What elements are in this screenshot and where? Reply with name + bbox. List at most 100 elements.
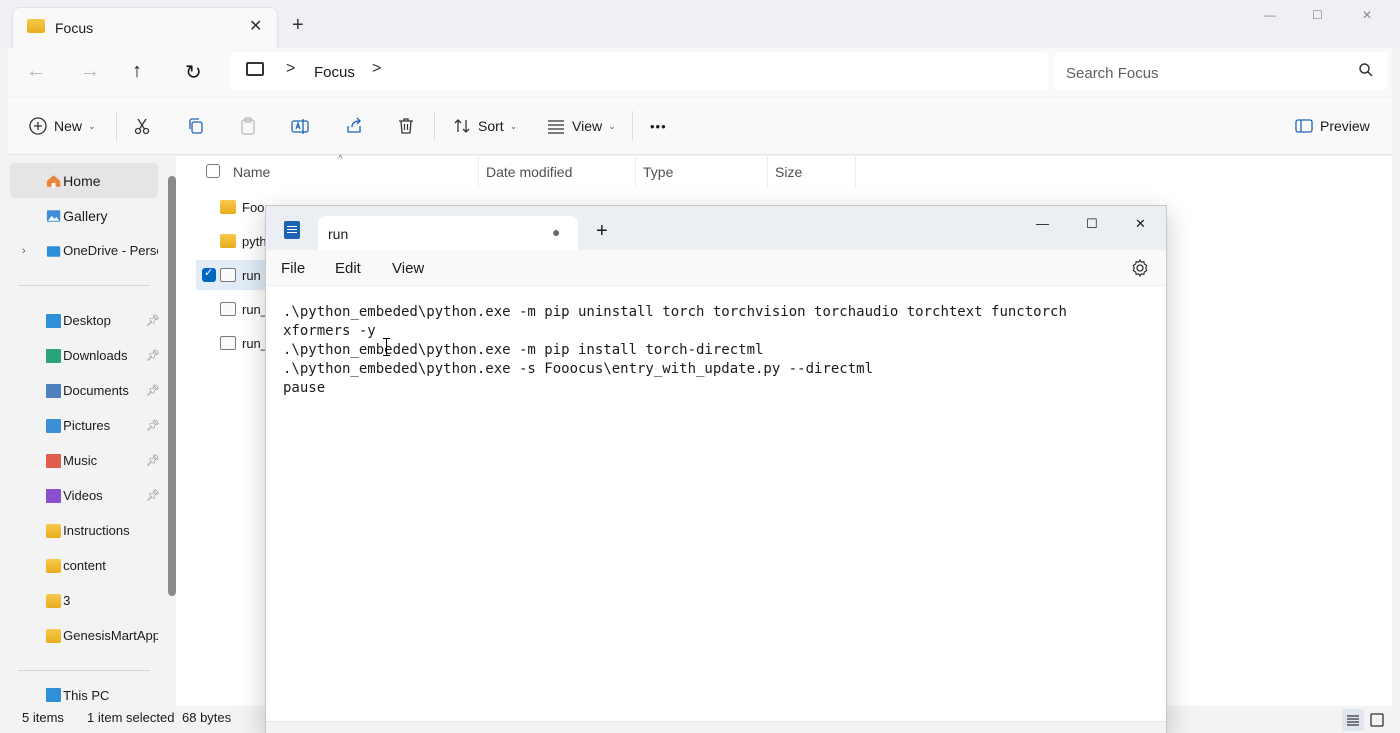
notepad-tab-run[interactable]: run ●: [318, 216, 578, 250]
column-divider[interactable]: [855, 156, 856, 188]
sidebar-item-music[interactable]: Music 📌︎: [10, 443, 160, 478]
videos-icon: [46, 488, 62, 503]
notepad-minimize-button[interactable]: —: [1036, 216, 1049, 231]
view-list-icon: [548, 120, 564, 134]
pin-icon[interactable]: 📌︎: [146, 454, 160, 467]
column-divider[interactable]: [635, 156, 636, 188]
preview-pane-button[interactable]: Preview: [1294, 115, 1370, 137]
notepad-close-button[interactable]: ✕: [1135, 216, 1146, 232]
notepad-text-editor[interactable]: .\python_embeded\python.exe -m pip unins…: [266, 286, 1166, 726]
notepad-tab-title: run: [328, 226, 349, 242]
gallery-icon: [46, 209, 61, 222]
notepad-new-tab-button[interactable]: +: [596, 220, 608, 243]
new-label: New: [54, 118, 83, 134]
search-box[interactable]: Search Focus: [1054, 52, 1388, 90]
close-window-button[interactable]: ✕: [1362, 8, 1372, 22]
sort-button[interactable]: Sort ⌄: [452, 115, 517, 137]
chevron-down-icon: ⌄: [608, 120, 616, 131]
back-button[interactable]: ←: [26, 60, 46, 83]
tiles-view-button[interactable]: [1366, 709, 1388, 731]
pin-icon[interactable]: 📌︎: [146, 489, 160, 502]
sidebar-item-label: Videos: [63, 488, 103, 503]
close-tab-icon[interactable]: ✕: [249, 16, 262, 36]
sidebar-item-label: Music: [63, 453, 98, 468]
sidebar-item-onedrive[interactable]: › OneDrive - Perso: [10, 233, 158, 268]
music-icon: [46, 453, 62, 468]
chevron-right-icon[interactable]: >: [372, 60, 381, 78]
new-tab-button[interactable]: +: [292, 14, 304, 37]
pin-icon[interactable]: 📌︎: [146, 349, 160, 362]
column-divider[interactable]: [767, 156, 768, 188]
sidebar-item-desktop[interactable]: Desktop 📌︎: [10, 303, 160, 338]
search-icon: [1359, 63, 1373, 77]
forward-button[interactable]: →: [80, 60, 100, 83]
sort-label: Sort: [478, 118, 504, 134]
sidebar-item-label: Pictures: [63, 418, 111, 433]
explorer-tab-bar: Focus ✕ + — ☐ ✕: [0, 0, 1400, 48]
folder-icon: [46, 523, 62, 538]
chevron-right-icon[interactable]: ›: [22, 245, 26, 257]
pin-icon[interactable]: 📌︎: [146, 314, 160, 327]
paste-button[interactable]: [238, 115, 258, 137]
sidebar-item-documents[interactable]: Documents 📌︎: [10, 373, 160, 408]
sidebar-item-videos[interactable]: Videos 📌︎: [10, 478, 160, 513]
sidebar-item-content[interactable]: content: [10, 548, 158, 583]
menu-view[interactable]: View: [392, 260, 424, 277]
menu-file[interactable]: File: [281, 260, 305, 277]
paste-icon: [241, 117, 255, 135]
new-button[interactable]: New ⌄: [28, 115, 96, 137]
unsaved-indicator-icon[interactable]: ●: [552, 224, 560, 240]
column-header-size[interactable]: Size: [775, 164, 802, 180]
sidebar-item-downloads[interactable]: Downloads 📌︎: [10, 338, 160, 373]
cut-button[interactable]: [132, 115, 152, 137]
column-divider[interactable]: [478, 156, 479, 188]
sidebar-item-gallery[interactable]: Gallery: [10, 198, 158, 233]
address-bar[interactable]: > Focus >: [230, 52, 1048, 90]
delete-button[interactable]: [396, 115, 416, 137]
pin-icon[interactable]: 📌︎: [146, 384, 160, 397]
this-pc-icon[interactable]: [246, 62, 264, 76]
explorer-tab-focus[interactable]: Focus ✕: [12, 7, 278, 48]
details-view-button[interactable]: [1342, 709, 1364, 731]
sidebar-item-3[interactable]: 3: [10, 583, 158, 618]
chevron-down-icon: ⌄: [88, 120, 96, 131]
notepad-maximize-button[interactable]: ☐: [1086, 216, 1098, 232]
sidebar-item-instructions[interactable]: Instructions: [10, 513, 158, 548]
sidebar-item-genesismartapp[interactable]: GenesisMartApp: [10, 618, 158, 653]
sidebar-item-pictures[interactable]: Pictures 📌︎: [10, 408, 160, 443]
settings-gear-icon[interactable]: [1130, 258, 1150, 278]
sidebar-item-this-pc[interactable]: This PC: [10, 688, 158, 704]
maximize-button[interactable]: ☐: [1312, 8, 1323, 22]
copy-button[interactable]: [186, 115, 206, 137]
selection-count: 1 item selected: [87, 710, 175, 725]
view-button[interactable]: View ⌄: [546, 115, 616, 137]
command-bar: New ⌄ Sort ⌄ View ⌄ ••• Preview: [8, 97, 1392, 155]
rename-button[interactable]: [290, 115, 310, 137]
menu-edit[interactable]: Edit: [335, 260, 361, 277]
command-divider: [632, 111, 633, 141]
column-header-type[interactable]: Type: [643, 164, 673, 180]
minimize-button[interactable]: —: [1264, 8, 1276, 22]
plus-circle-icon: [29, 117, 47, 135]
preview-pane-icon: [1295, 119, 1313, 133]
column-header-name[interactable]: Name: [233, 164, 270, 180]
sidebar-item-label: Documents: [63, 383, 129, 398]
sidebar-item-label: Instructions: [63, 523, 130, 538]
column-header-date[interactable]: Date modified: [486, 164, 572, 180]
refresh-button[interactable]: ↻: [185, 60, 202, 85]
trash-icon: [399, 118, 413, 134]
up-button[interactable]: ↑: [132, 60, 142, 83]
chevron-right-icon[interactable]: >: [286, 60, 295, 78]
breadcrumb-focus[interactable]: Focus: [314, 64, 355, 81]
command-divider: [116, 111, 117, 141]
pictures-icon: [46, 418, 62, 433]
pin-icon[interactable]: 📌︎: [146, 419, 160, 432]
select-all-checkbox[interactable]: [206, 164, 220, 178]
sidebar-scrollbar[interactable]: [168, 176, 176, 596]
sidebar-item-home[interactable]: Home: [10, 163, 158, 198]
share-button[interactable]: [344, 115, 364, 137]
search-input[interactable]: Search Focus: [1066, 65, 1159, 82]
notepad-title-bar[interactable]: run ● + — ☐ ✕: [266, 206, 1166, 250]
copy-icon: [189, 118, 203, 134]
more-options-button[interactable]: •••: [650, 115, 667, 137]
